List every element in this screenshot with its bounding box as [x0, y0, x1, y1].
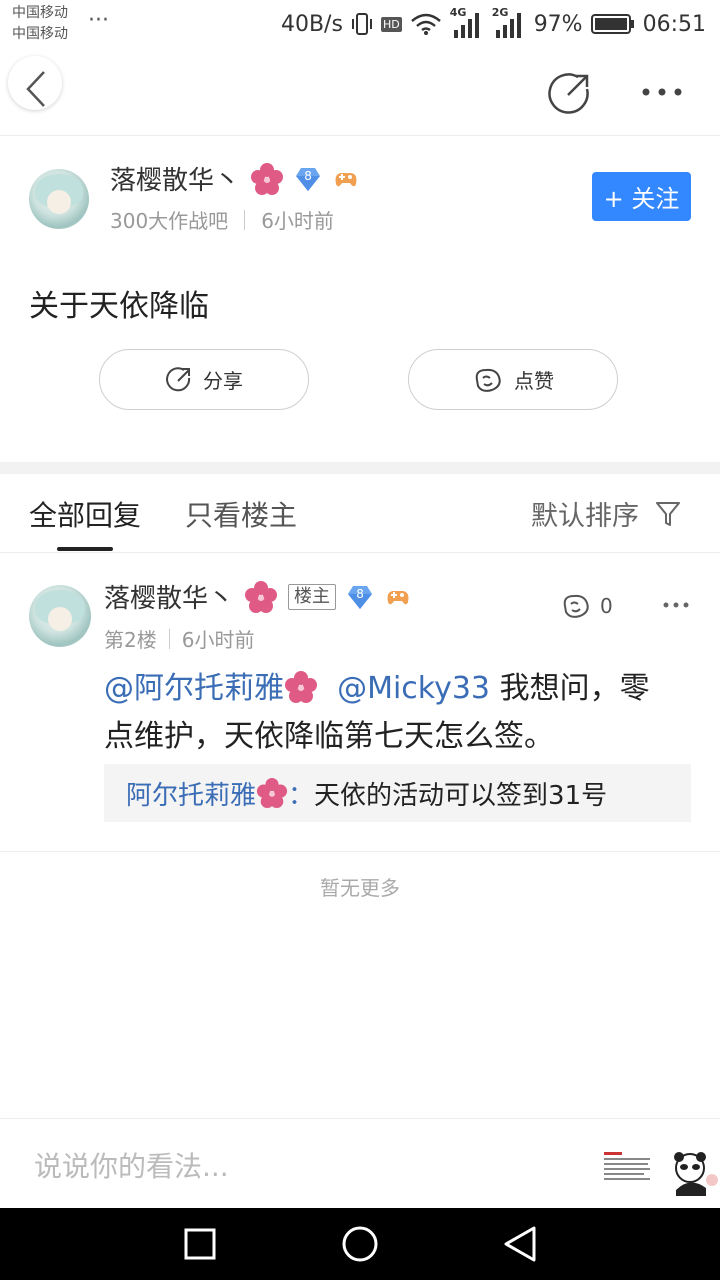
meta-separator: [168, 628, 170, 649]
hd-icon: HD: [380, 16, 402, 32]
back-button[interactable]: [8, 56, 62, 110]
carrier-2: 中国移动: [12, 26, 68, 42]
network-speed: 40B/s: [280, 11, 343, 37]
divider: [0, 135, 720, 136]
reply-like-button[interactable]: 0: [560, 592, 613, 620]
game-controller-icon: [387, 590, 409, 604]
level-badge-icon: 8: [346, 584, 374, 610]
post-time: 6小时前: [261, 209, 334, 233]
status-bar: 中国移动 中国移动 ··· 40B/s HD 4G 2G 97% 06:51: [0, 0, 720, 50]
reply-more-icon[interactable]: [662, 601, 690, 609]
quote-separator: ：: [288, 780, 315, 811]
reply-time: 6小时前: [181, 628, 255, 652]
filter-icon: [656, 501, 680, 526]
level-number: 8: [356, 586, 364, 601]
sort-label: 默认排序: [531, 501, 639, 532]
sticker-thumbnail[interactable]: [600, 1150, 654, 1186]
share-icon: [166, 366, 191, 391]
post-meta: 300大作战吧 6小时前: [110, 205, 334, 234]
share-label: 分享: [203, 369, 243, 393]
signal-4g-icon: 4G: [450, 6, 484, 38]
like-icon: [563, 594, 589, 618]
flower-icon: [251, 162, 284, 195]
mention-link[interactable]: @Micky33: [337, 671, 490, 706]
reply-author-row: 落樱散华丶 楼主 8: [104, 578, 412, 615]
reply-text: 我想问，零: [490, 671, 650, 706]
flower-icon: [256, 777, 288, 809]
level-number: 8: [304, 168, 312, 183]
sticker-button[interactable]: [672, 1150, 720, 1196]
notification-more-icon: ···: [88, 8, 109, 33]
wifi-icon: [410, 13, 441, 35]
reply-text-cont: 点维护，天依降临第七天怎么签。: [104, 719, 554, 754]
quote-author[interactable]: 阿尔托莉雅: [126, 775, 256, 812]
author-row: 落樱散华丶 8: [110, 160, 360, 197]
more-options-icon[interactable]: [640, 86, 684, 98]
system-nav-bar: [0, 1208, 720, 1280]
reply-body: @阿尔托莉雅 @Micky33 我想问，零点维护，天依降临第七天怎么签。: [104, 665, 694, 761]
level-badge-icon: 8: [294, 166, 322, 192]
tab-active-indicator: [57, 547, 113, 551]
reply-like-count: 0: [600, 594, 613, 618]
flower-icon: [285, 671, 317, 703]
sticker-image-icon: [604, 1152, 650, 1180]
meta-separator: [244, 209, 246, 230]
game-controller-icon: [335, 172, 357, 186]
author-name[interactable]: 落樱散华丶: [110, 160, 240, 197]
like-label: 点赞: [514, 369, 554, 393]
share-icon[interactable]: [548, 71, 592, 115]
like-icon: [475, 368, 501, 392]
carrier-1: 中国移动: [12, 5, 68, 21]
follow-button[interactable]: + 关注: [592, 172, 691, 221]
comment-input[interactable]: 说说你的看法...: [34, 1145, 229, 1185]
recent-apps-icon[interactable]: [184, 1228, 216, 1260]
clock: 06:51: [642, 11, 706, 37]
tab-only-op[interactable]: 只看楼主: [185, 494, 297, 534]
chevron-left-icon: [26, 71, 45, 107]
author-avatar[interactable]: [29, 169, 89, 229]
quote-text: 天依的活动可以签到31号: [314, 780, 608, 811]
no-more-label: 暂无更多: [320, 876, 400, 900]
op-tag: 楼主: [288, 583, 337, 610]
reply-author-avatar[interactable]: [29, 585, 91, 647]
sort-control[interactable]: 默认排序: [531, 494, 681, 533]
home-icon[interactable]: [341, 1225, 379, 1263]
vibrate-icon: [351, 13, 372, 35]
share-button[interactable]: 分享: [99, 349, 309, 410]
forum-name[interactable]: 300大作战吧: [110, 205, 228, 234]
panda-sticker-icon: [674, 1152, 718, 1196]
tab-all-replies[interactable]: 全部回复: [29, 494, 141, 534]
post-title: 关于天依降临: [29, 289, 209, 324]
reply-author-name[interactable]: 落樱散华丶: [104, 578, 234, 615]
mention-link[interactable]: @阿尔托莉雅: [104, 671, 284, 706]
battery-icon: [590, 14, 634, 34]
flower-icon: [245, 580, 278, 613]
floor-number: 第2楼: [104, 628, 157, 652]
section-gap: [0, 462, 720, 474]
like-button[interactable]: 点赞: [408, 349, 618, 410]
reply-meta: 第2楼 6小时前: [104, 624, 254, 653]
quoted-reply[interactable]: 阿尔托莉雅 ：天依的活动可以签到31号: [104, 764, 691, 822]
battery-percent: 97%: [533, 11, 583, 37]
divider: [0, 552, 720, 553]
back-nav-icon[interactable]: [502, 1225, 538, 1263]
divider: [0, 1118, 720, 1119]
signal-2g-icon: 2G: [492, 6, 526, 38]
divider: [0, 851, 720, 852]
status-indicators: 40B/s HD 4G 2G 97% 06:51: [280, 6, 706, 38]
